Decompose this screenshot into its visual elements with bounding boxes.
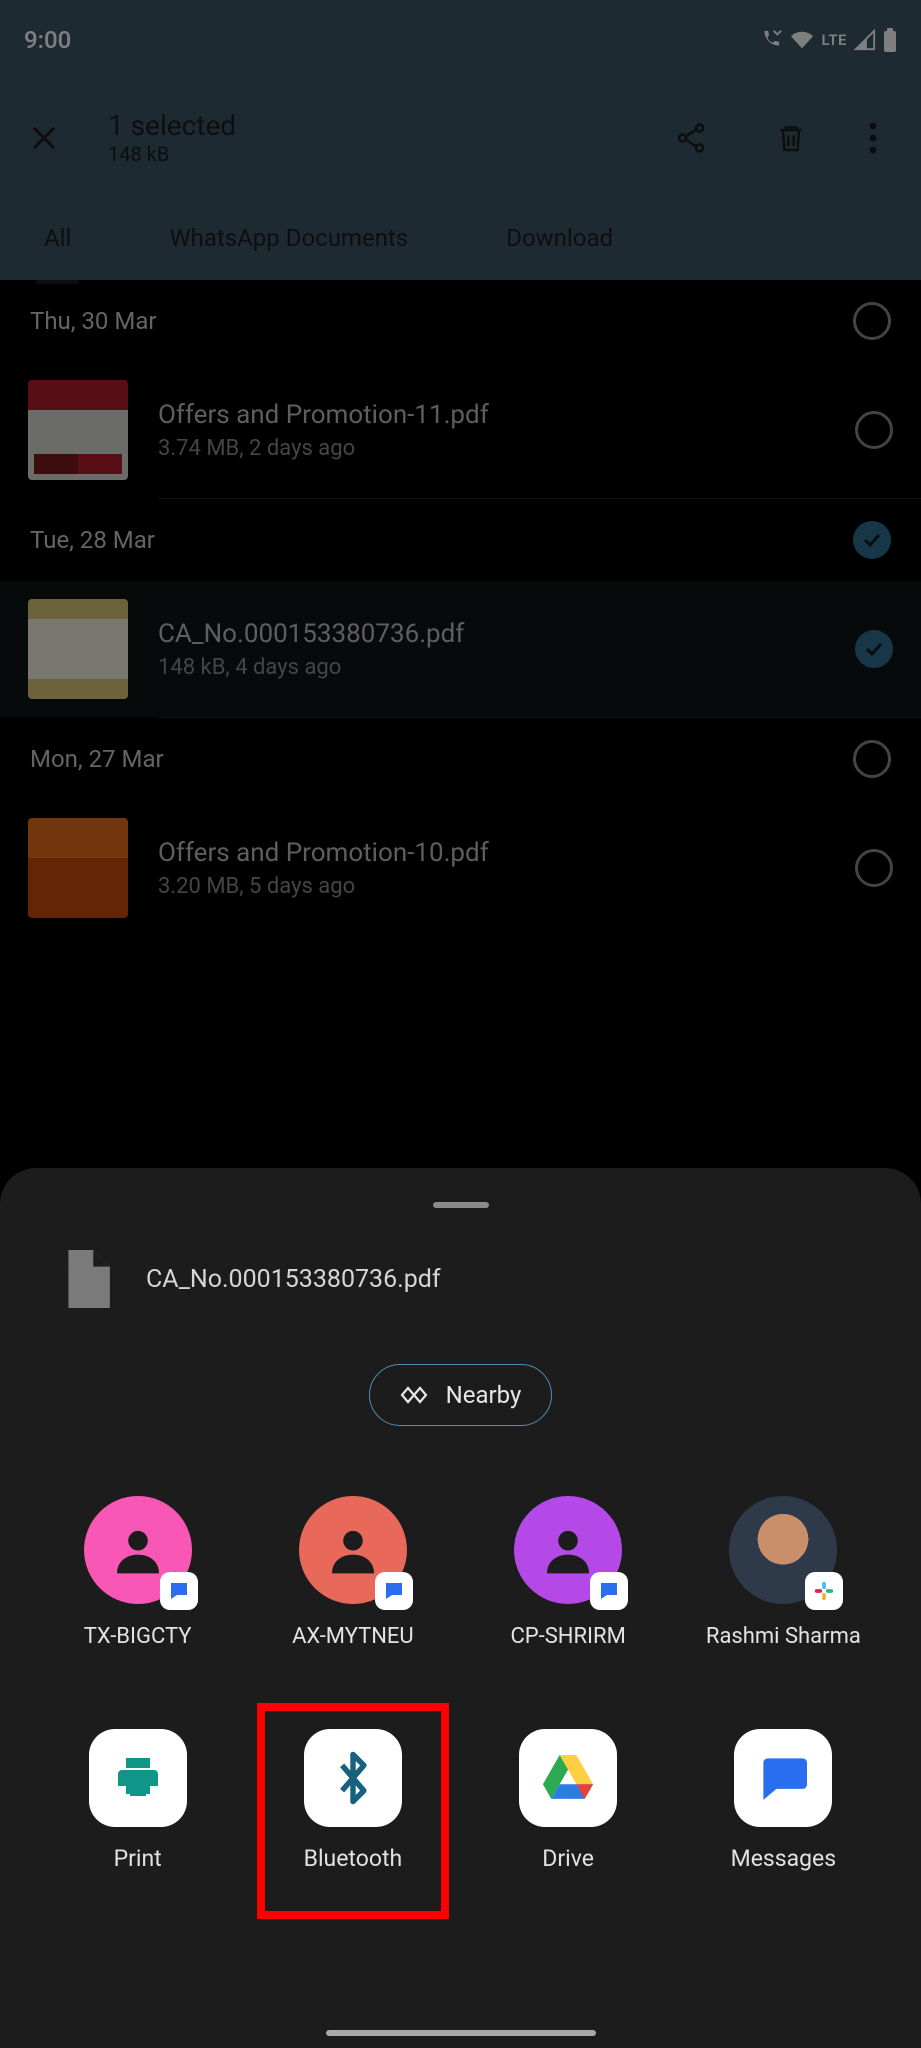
avatar bbox=[514, 1496, 622, 1604]
share-app-bluetooth[interactable]: Bluetooth bbox=[263, 1729, 443, 1872]
tab-download[interactable]: Download bbox=[492, 214, 627, 262]
date-label: Tue, 28 Mar bbox=[30, 526, 155, 554]
bluetooth-icon bbox=[304, 1729, 402, 1827]
app-label: Drive bbox=[542, 1845, 594, 1872]
file-name: Offers and Promotion-11.pdf bbox=[158, 400, 825, 430]
share-contact[interactable]: Rashmi Sharma bbox=[693, 1496, 873, 1649]
share-contact[interactable]: CP-SHRIRM bbox=[478, 1496, 658, 1649]
drive-icon bbox=[519, 1729, 617, 1827]
file-row[interactable]: Offers and Promotion-11.pdf 3.74 MB, 2 d… bbox=[0, 362, 921, 498]
date-header[interactable]: Tue, 28 Mar bbox=[0, 499, 921, 581]
selected-check-icon[interactable] bbox=[855, 630, 893, 668]
nav-bar bbox=[0, 2018, 921, 2048]
file-thumbnail bbox=[28, 380, 128, 480]
share-contact[interactable]: AX-MYTNEU bbox=[263, 1496, 443, 1649]
share-app-print[interactable]: Print bbox=[48, 1729, 228, 1872]
app-label: Messages bbox=[731, 1845, 837, 1872]
wifi-icon bbox=[789, 29, 815, 51]
wifi-calling-icon bbox=[757, 29, 783, 51]
drag-handle[interactable] bbox=[433, 1202, 489, 1208]
signal-icon bbox=[853, 29, 877, 51]
messages-icon bbox=[734, 1729, 832, 1827]
nearby-icon bbox=[400, 1385, 428, 1405]
date-header[interactable]: Mon, 27 Mar bbox=[0, 718, 921, 800]
sheet-file-info: CA_No.000153380736.pdf bbox=[0, 1238, 921, 1348]
share-contacts-row: TX-BIGCTY AX-MYTNEU CP-SHRIRM bbox=[0, 1496, 921, 1649]
share-button[interactable] bbox=[667, 114, 715, 162]
messages-badge-icon bbox=[160, 1572, 198, 1610]
file-name: Offers and Promotion-10.pdf bbox=[158, 838, 825, 868]
network-label: LTE bbox=[821, 31, 847, 49]
date-label: Mon, 27 Mar bbox=[30, 745, 164, 773]
messages-badge-icon bbox=[375, 1572, 413, 1610]
print-icon bbox=[89, 1729, 187, 1827]
nav-pill[interactable] bbox=[326, 2030, 596, 2036]
file-row-selected[interactable]: CA_No.000153380736.pdf 148 kB, 4 days ag… bbox=[0, 581, 921, 717]
selection-count: 1 selected bbox=[108, 109, 615, 142]
selection-size: 148 kB bbox=[108, 142, 615, 166]
select-circle[interactable] bbox=[855, 849, 893, 887]
select-circle[interactable] bbox=[853, 740, 891, 778]
share-contact[interactable]: TX-BIGCTY bbox=[48, 1496, 228, 1649]
app-label: Print bbox=[114, 1845, 162, 1872]
contact-label: Rashmi Sharma bbox=[706, 1624, 861, 1649]
file-meta: 3.74 MB, 2 days ago bbox=[158, 436, 825, 461]
file-meta: 3.20 MB, 5 days ago bbox=[158, 874, 825, 899]
status-bar: 9:00 LTE bbox=[0, 0, 921, 80]
file-icon bbox=[60, 1250, 110, 1308]
tab-whatsapp-documents[interactable]: WhatsApp Documents bbox=[155, 214, 422, 262]
delete-button[interactable] bbox=[767, 114, 815, 162]
file-name: CA_No.000153380736.pdf bbox=[158, 619, 825, 649]
nearby-share-chip[interactable]: Nearby bbox=[369, 1364, 553, 1426]
selected-check-icon[interactable] bbox=[853, 521, 891, 559]
date-header[interactable]: Thu, 30 Mar bbox=[0, 280, 921, 362]
app-label: Bluetooth bbox=[304, 1845, 403, 1872]
select-all-circle[interactable] bbox=[853, 302, 891, 340]
share-apps-row: Print Bluetooth Drive Messages bbox=[0, 1729, 921, 1872]
more-button[interactable] bbox=[849, 114, 897, 162]
avatar bbox=[299, 1496, 407, 1604]
status-icons: LTE bbox=[757, 28, 897, 52]
contact-label: CP-SHRIRM bbox=[510, 1624, 625, 1649]
sheet-file-name: CA_No.000153380736.pdf bbox=[146, 1265, 441, 1294]
slack-badge-icon bbox=[805, 1572, 843, 1610]
share-app-messages[interactable]: Messages bbox=[693, 1729, 873, 1872]
file-thumbnail bbox=[28, 818, 128, 918]
select-circle[interactable] bbox=[855, 411, 893, 449]
tab-all[interactable]: All bbox=[30, 214, 85, 262]
selection-header: 1 selected 148 kB bbox=[0, 80, 921, 195]
file-row[interactable]: Offers and Promotion-10.pdf 3.20 MB, 5 d… bbox=[0, 800, 921, 936]
file-thumbnail bbox=[28, 599, 128, 699]
messages-badge-icon bbox=[590, 1572, 628, 1610]
tab-bar: All WhatsApp Documents Download bbox=[0, 195, 921, 280]
battery-icon bbox=[883, 28, 897, 52]
nearby-label: Nearby bbox=[446, 1381, 522, 1409]
avatar bbox=[84, 1496, 192, 1604]
share-sheet: CA_No.000153380736.pdf Nearby TX-BIGCTY bbox=[0, 1168, 921, 2048]
date-label: Thu, 30 Mar bbox=[30, 307, 157, 335]
status-time: 9:00 bbox=[24, 26, 71, 54]
contact-label: TX-BIGCTY bbox=[84, 1624, 192, 1649]
close-button[interactable] bbox=[24, 118, 64, 158]
share-app-drive[interactable]: Drive bbox=[478, 1729, 658, 1872]
contact-label: AX-MYTNEU bbox=[292, 1624, 414, 1649]
avatar-photo bbox=[729, 1496, 837, 1604]
file-meta: 148 kB, 4 days ago bbox=[158, 655, 825, 680]
file-list[interactable]: Thu, 30 Mar Offers and Promotion-11.pdf … bbox=[0, 280, 921, 936]
